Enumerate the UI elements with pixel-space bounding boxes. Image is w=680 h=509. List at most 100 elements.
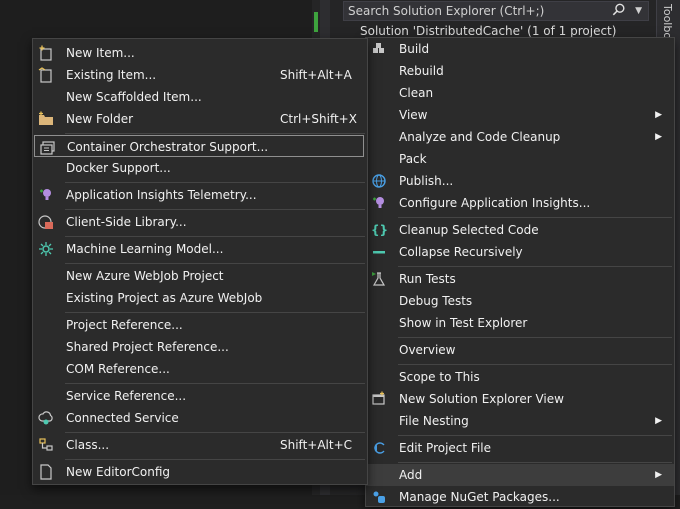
menu-item-run-tests[interactable]: Run Tests — [366, 268, 674, 290]
folder-icon — [38, 111, 54, 127]
menu-item-label: Connected Service — [66, 411, 179, 425]
menu-separator — [65, 383, 365, 384]
menu-item-build[interactable]: Build — [366, 38, 674, 60]
lightbulb-icon — [371, 195, 387, 211]
menu-item-label: Existing Project as Azure WebJob — [66, 291, 263, 305]
menu-item-label: COM Reference... — [66, 362, 170, 376]
menu-item-overview[interactable]: Overview — [366, 339, 674, 361]
menu-item-existing-item[interactable]: Existing Item... Shift+Alt+A — [33, 64, 367, 86]
menu-item-cleanup-selected-code[interactable]: {} Cleanup Selected Code — [366, 219, 674, 241]
file-icon — [38, 464, 54, 480]
menu-item-view[interactable]: View ▶ — [366, 104, 674, 126]
menu-item-client-side-library[interactable]: Client-Side Library... — [33, 211, 367, 233]
menu-item-label: Shared Project Reference... — [66, 340, 229, 354]
menu-item-new-scaffolded-item[interactable]: New Scaffolded Item... — [33, 86, 367, 108]
menu-item-shared-project-reference[interactable]: Shared Project Reference... — [33, 336, 367, 358]
menu-item-publish[interactable]: Publish... — [366, 170, 674, 192]
menu-item-label: Configure Application Insights... — [399, 196, 591, 210]
menu-item-label: Service Reference... — [66, 389, 187, 403]
menu-separator — [398, 435, 672, 436]
menu-item-debug-tests[interactable]: Debug Tests — [366, 290, 674, 312]
menu-item-scope-to-this[interactable]: Scope to This — [366, 366, 674, 388]
shortcut-label: Shift+Alt+A — [280, 68, 352, 82]
container-icon — [40, 139, 56, 155]
menu-separator — [398, 266, 672, 267]
menu-item-label: Rebuild — [399, 64, 444, 78]
existing-item-icon — [38, 67, 54, 83]
menu-item-show-in-test-explorer[interactable]: Show in Test Explorer — [366, 312, 674, 334]
menu-item-label: Analyze and Code Cleanup — [399, 130, 561, 144]
menu-item-new-editorconfig[interactable]: New EditorConfig — [33, 461, 367, 483]
library-icon — [38, 214, 54, 230]
menu-item-label: Machine Learning Model... — [66, 242, 224, 256]
menu-item-edit-project-file[interactable]: Edit Project File — [366, 437, 674, 459]
menu-item-label: Client-Side Library... — [66, 215, 187, 229]
connected-service-icon — [38, 410, 54, 426]
menu-item-existing-project-as-azure-webjob[interactable]: Existing Project as Azure WebJob — [33, 287, 367, 309]
build-icon — [371, 41, 387, 57]
search-icon[interactable] — [612, 3, 626, 17]
menu-item-new-folder[interactable]: New Folder Ctrl+Shift+X — [33, 108, 367, 130]
menu-item-class[interactable]: Class... Shift+Alt+C — [33, 434, 367, 456]
new-window-icon — [371, 391, 387, 407]
menu-item-file-nesting[interactable]: File Nesting ▶ — [366, 410, 674, 432]
menu-separator — [398, 337, 672, 338]
menu-item-com-reference[interactable]: COM Reference... — [33, 358, 367, 380]
menu-item-label: Project Reference... — [66, 318, 183, 332]
menu-item-new-solution-explorer-view[interactable]: New Solution Explorer View — [366, 388, 674, 410]
braces-icon: {} — [371, 223, 389, 237]
submenu-arrow-icon: ▶ — [655, 470, 662, 480]
search-options-dropdown-icon[interactable]: ▼ — [635, 2, 642, 20]
menu-item-label: Add — [399, 468, 423, 482]
menu-item-label: Edit Project File — [399, 441, 492, 455]
menu-item-new-item[interactable]: New Item... — [33, 42, 367, 64]
menu-item-new-azure-webjob-project[interactable]: New Azure WebJob Project — [33, 265, 367, 287]
class-icon — [38, 437, 54, 453]
solution-explorer-search-input[interactable]: Search Solution Explorer (Ctrl+;) ▼ — [343, 1, 649, 21]
menu-item-machine-learning-model[interactable]: Machine Learning Model... — [33, 238, 367, 260]
menu-item-label: Container Orchestrator Support... — [67, 140, 269, 154]
submenu-arrow-icon: ▶ — [655, 132, 662, 142]
menu-item-label: New Scaffolded Item... — [66, 90, 202, 104]
menu-separator — [398, 462, 672, 463]
project-context-menu: Build Rebuild Clean View ▶ Analyze and C… — [365, 37, 675, 507]
menu-separator — [65, 432, 365, 433]
add-submenu: New Item... Existing Item... Shift+Alt+A… — [32, 38, 368, 485]
menu-item-service-reference[interactable]: Service Reference... — [33, 385, 367, 407]
menu-item-label: Manage NuGet Packages... — [399, 490, 560, 504]
new-item-icon — [38, 45, 54, 61]
menu-item-label: New Solution Explorer View — [399, 392, 564, 406]
menu-item-connected-service[interactable]: Connected Service — [33, 407, 367, 429]
menu-item-label: Existing Item... — [66, 68, 157, 82]
menu-item-label: Collapse Recursively — [399, 245, 523, 259]
menu-separator — [65, 312, 365, 313]
submenu-arrow-icon: ▶ — [655, 110, 662, 120]
menu-item-label: Run Tests — [399, 272, 456, 286]
submenu-arrow-icon: ▶ — [655, 416, 662, 426]
menu-separator — [65, 459, 365, 460]
menu-item-analyze[interactable]: Analyze and Code Cleanup ▶ — [366, 126, 674, 148]
menu-item-container-orchestrator-support[interactable]: Container Orchestrator Support... — [34, 135, 364, 157]
menu-item-clean[interactable]: Clean — [366, 82, 674, 104]
menu-item-project-reference[interactable]: Project Reference... — [33, 314, 367, 336]
menu-item-configure-app-insights[interactable]: Configure Application Insights... — [366, 192, 674, 214]
menu-item-application-insights-telemetry[interactable]: Application Insights Telemetry... — [33, 184, 367, 206]
menu-item-docker-support[interactable]: Docker Support... — [33, 157, 367, 179]
globe-icon — [371, 173, 387, 189]
menu-separator — [65, 263, 365, 264]
menu-item-collapse-recursively[interactable]: Collapse Recursively — [366, 241, 674, 263]
menu-separator — [398, 364, 672, 365]
menu-item-label: New Item... — [66, 46, 135, 60]
menu-item-label: New Folder — [66, 112, 134, 126]
menu-item-manage-nuget[interactable]: Manage NuGet Packages... — [366, 486, 674, 508]
menu-item-rebuild[interactable]: Rebuild — [366, 60, 674, 82]
menu-item-pack[interactable]: Pack — [366, 148, 674, 170]
menu-separator — [65, 133, 365, 134]
menu-item-label: Debug Tests — [399, 294, 473, 308]
solution-node[interactable]: Solution 'DistributedCache' (1 of 1 proj… — [360, 24, 650, 38]
menu-item-add[interactable]: Add ▶ — [366, 464, 674, 486]
menu-item-label: Application Insights Telemetry... — [66, 188, 257, 202]
menu-item-label: Class... — [66, 438, 110, 452]
menu-item-label: Scope to This — [399, 370, 480, 384]
menu-item-label: Show in Test Explorer — [399, 316, 528, 330]
